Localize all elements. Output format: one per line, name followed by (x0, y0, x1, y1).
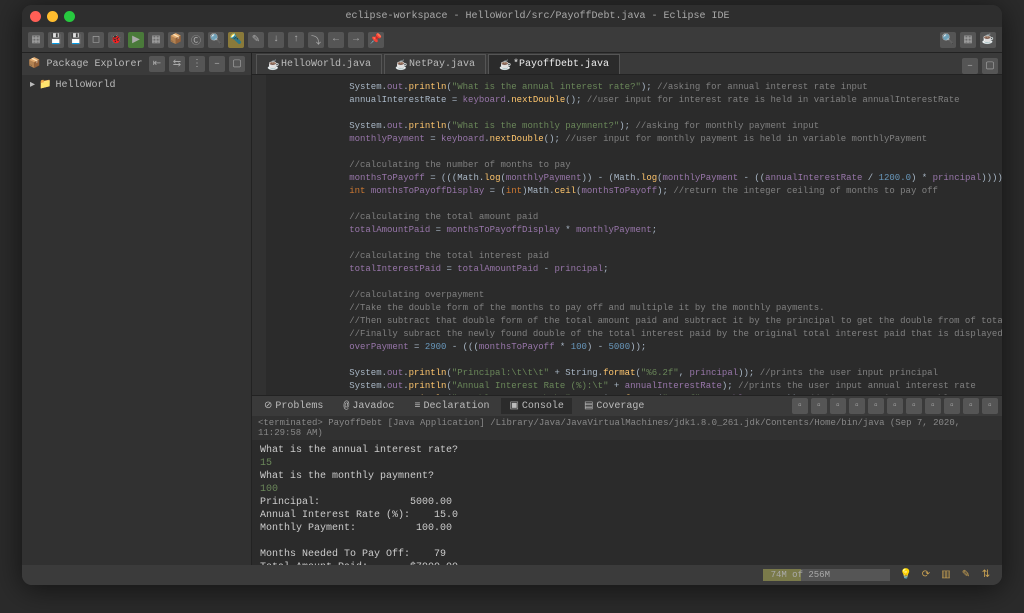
pin-console-icon[interactable]: ▫ (906, 398, 922, 414)
java-perspective-icon[interactable]: ☕ (980, 32, 996, 48)
java-file-icon: ☕ (499, 60, 509, 70)
project-label: HelloWorld (55, 80, 115, 91)
bottom-tab-label: Declaration (423, 401, 489, 412)
run-icon[interactable]: ▶ (128, 32, 144, 48)
overview-icon[interactable]: ▥ (938, 567, 954, 583)
main-toolbar: ▦ 💾 💾 ◻ 🐞 ▶ ▦ 📦 Ⓒ 🔍 🔦 ✎ ↓ ↑ ⤵ ← → 📌 🔍 ▦ … (22, 27, 1002, 53)
updates-icon[interactable]: ⟳ (918, 567, 934, 583)
window-title: eclipse-workspace - HelloWorld/src/Payof… (81, 11, 994, 22)
heap-status[interactable]: 74M of 256M (763, 569, 890, 581)
scroll-lock-icon[interactable]: ▫ (868, 398, 884, 414)
editor-tab[interactable]: ☕ NetPay.java (384, 54, 486, 74)
package-explorer-tree[interactable]: ▸ 📁 HelloWorld (22, 75, 251, 565)
editor-tabs: ☕ HelloWorld.java ☕ NetPay.java ☕ *PayoffDebt… (252, 53, 1002, 75)
tasks-icon[interactable]: ✎ (958, 567, 974, 583)
sync-icon[interactable]: ⇅ (978, 567, 994, 583)
view-menu-icon[interactable]: ⋮ (189, 56, 205, 72)
fwd-icon[interactable]: → (348, 32, 364, 48)
javadoc-icon: @ (343, 401, 349, 412)
open-perspective-icon[interactable]: ▦ (960, 32, 976, 48)
tab-label: NetPay.java (409, 59, 475, 70)
pin-icon[interactable]: 📌 (368, 32, 384, 48)
prev-annot-icon[interactable]: ↑ (288, 32, 304, 48)
coverage-icon[interactable]: ▦ (148, 32, 164, 48)
package-explorer: 📦 Package Explorer ⇤ ⇆ ⋮ – ▢ ▸ 📁 HelloWo… (22, 53, 252, 565)
bottom-tab-declaration[interactable]: ≡Declaration (406, 399, 497, 414)
main-area: 📦 Package Explorer ⇤ ⇆ ⋮ – ▢ ▸ 📁 HelloWo… (22, 53, 1002, 565)
search-field-icon[interactable]: 🔍 (940, 32, 956, 48)
bottom-tab-problems[interactable]: ⊘Problems (256, 398, 331, 414)
titlebar: eclipse-workspace - HelloWorld/src/Payof… (22, 5, 1002, 27)
tip-icon[interactable]: 💡 (898, 567, 914, 583)
clear-console-icon[interactable]: ▫ (849, 398, 865, 414)
declaration-icon: ≡ (414, 401, 420, 412)
zoom-icon[interactable] (64, 11, 75, 22)
minimize-view-icon[interactable]: – (209, 56, 225, 72)
link-editor-icon[interactable]: ⇆ (169, 56, 185, 72)
remove-all-icon[interactable]: ▫ (830, 398, 846, 414)
search-icon[interactable]: 🔦 (228, 32, 244, 48)
step-over-icon[interactable]: ⤵ (308, 32, 324, 48)
bottom-tab-coverage[interactable]: ▤Coverage (576, 398, 652, 414)
editor-tab[interactable]: ☕ *PayoffDebt.java (488, 54, 620, 74)
tab-label: HelloWorld.java (281, 59, 371, 70)
collapse-all-icon[interactable]: ⇤ (149, 56, 165, 72)
project-icon: 📁 (39, 79, 51, 91)
open-type-icon[interactable]: 🔍 (208, 32, 224, 48)
maximize-editor-icon[interactable]: ▢ (982, 58, 998, 74)
status-bar: 74M of 256M 💡 ⟳ ▥ ✎ ⇅ (22, 565, 1002, 585)
pkg-icon: 📦 (28, 58, 40, 70)
new-icon[interactable]: ▦ (28, 32, 44, 48)
editor-tab[interactable]: ☕ HelloWorld.java (256, 54, 382, 74)
console-icon: ▣ (509, 400, 518, 412)
minimize-view-icon[interactable]: ▫ (963, 398, 979, 414)
close-icon[interactable] (30, 11, 41, 22)
minimize-editor-icon[interactable]: – (962, 58, 978, 74)
java-file-icon: ☕ (267, 60, 277, 70)
bottom-tab-label: Problems (275, 401, 323, 412)
next-annot-icon[interactable]: ↓ (268, 32, 284, 48)
bottom-panel: ⊘Problems @Javadoc ≡Declaration ▣ Console ▤Co… (252, 395, 1002, 565)
trim-bar: 💡 ⟳ ▥ ✎ ⇅ (898, 567, 994, 583)
bottom-tab-label: Console (522, 401, 564, 412)
save-all-icon[interactable]: 💾 (68, 32, 84, 48)
chevron-right-icon: ▸ (30, 79, 35, 91)
bottom-tabs: ⊘Problems @Javadoc ≡Declaration ▣ Console ▤Co… (252, 396, 1002, 416)
terminate-icon[interactable]: ▫ (792, 398, 808, 414)
new-class-icon[interactable]: Ⓒ (188, 32, 204, 48)
java-file-icon: ☕ (395, 60, 405, 70)
back-icon[interactable]: ← (328, 32, 344, 48)
stop-icon[interactable]: ◻ (88, 32, 104, 48)
display-console-icon[interactable]: ▫ (925, 398, 941, 414)
bottom-tab-label: Javadoc (352, 401, 394, 412)
minimize-icon[interactable] (47, 11, 58, 22)
ide-window: eclipse-workspace - HelloWorld/src/Payof… (22, 5, 1002, 585)
remove-launch-icon[interactable]: ▫ (811, 398, 827, 414)
save-icon[interactable]: 💾 (48, 32, 64, 48)
package-explorer-header: 📦 Package Explorer ⇤ ⇆ ⋮ – ▢ (22, 53, 251, 75)
open-console-icon[interactable]: ▫ (944, 398, 960, 414)
bottom-tab-javadoc[interactable]: @Javadoc (335, 399, 402, 414)
maximize-view-icon[interactable]: ▫ (982, 398, 998, 414)
bottom-tab-label: Coverage (596, 401, 644, 412)
toggle-mark-icon[interactable]: ✎ (248, 32, 264, 48)
package-explorer-title: Package Explorer (46, 59, 142, 70)
maximize-view-icon[interactable]: ▢ (229, 56, 245, 72)
coverage-icon: ▤ (584, 400, 593, 412)
editor-area: ☕ HelloWorld.java ☕ NetPay.java ☕ *PayoffDebt… (252, 53, 1002, 565)
console-output[interactable]: What is the annual interest rate? 15 Wha… (252, 440, 1002, 565)
bottom-tab-console[interactable]: ▣ Console (501, 398, 571, 414)
debug-icon[interactable]: 🐞 (108, 32, 124, 48)
tree-item[interactable]: ▸ 📁 HelloWorld (30, 79, 243, 91)
word-wrap-icon[interactable]: ▫ (887, 398, 903, 414)
problems-icon: ⊘ (264, 400, 272, 412)
tab-label: *PayoffDebt.java (513, 59, 609, 70)
code-editor[interactable]: System.out.println("What is the annual i… (252, 75, 1002, 395)
new-pkg-icon[interactable]: 📦 (168, 32, 184, 48)
console-terminated-info: <terminated> PayoffDebt [Java Applicatio… (252, 416, 1002, 440)
